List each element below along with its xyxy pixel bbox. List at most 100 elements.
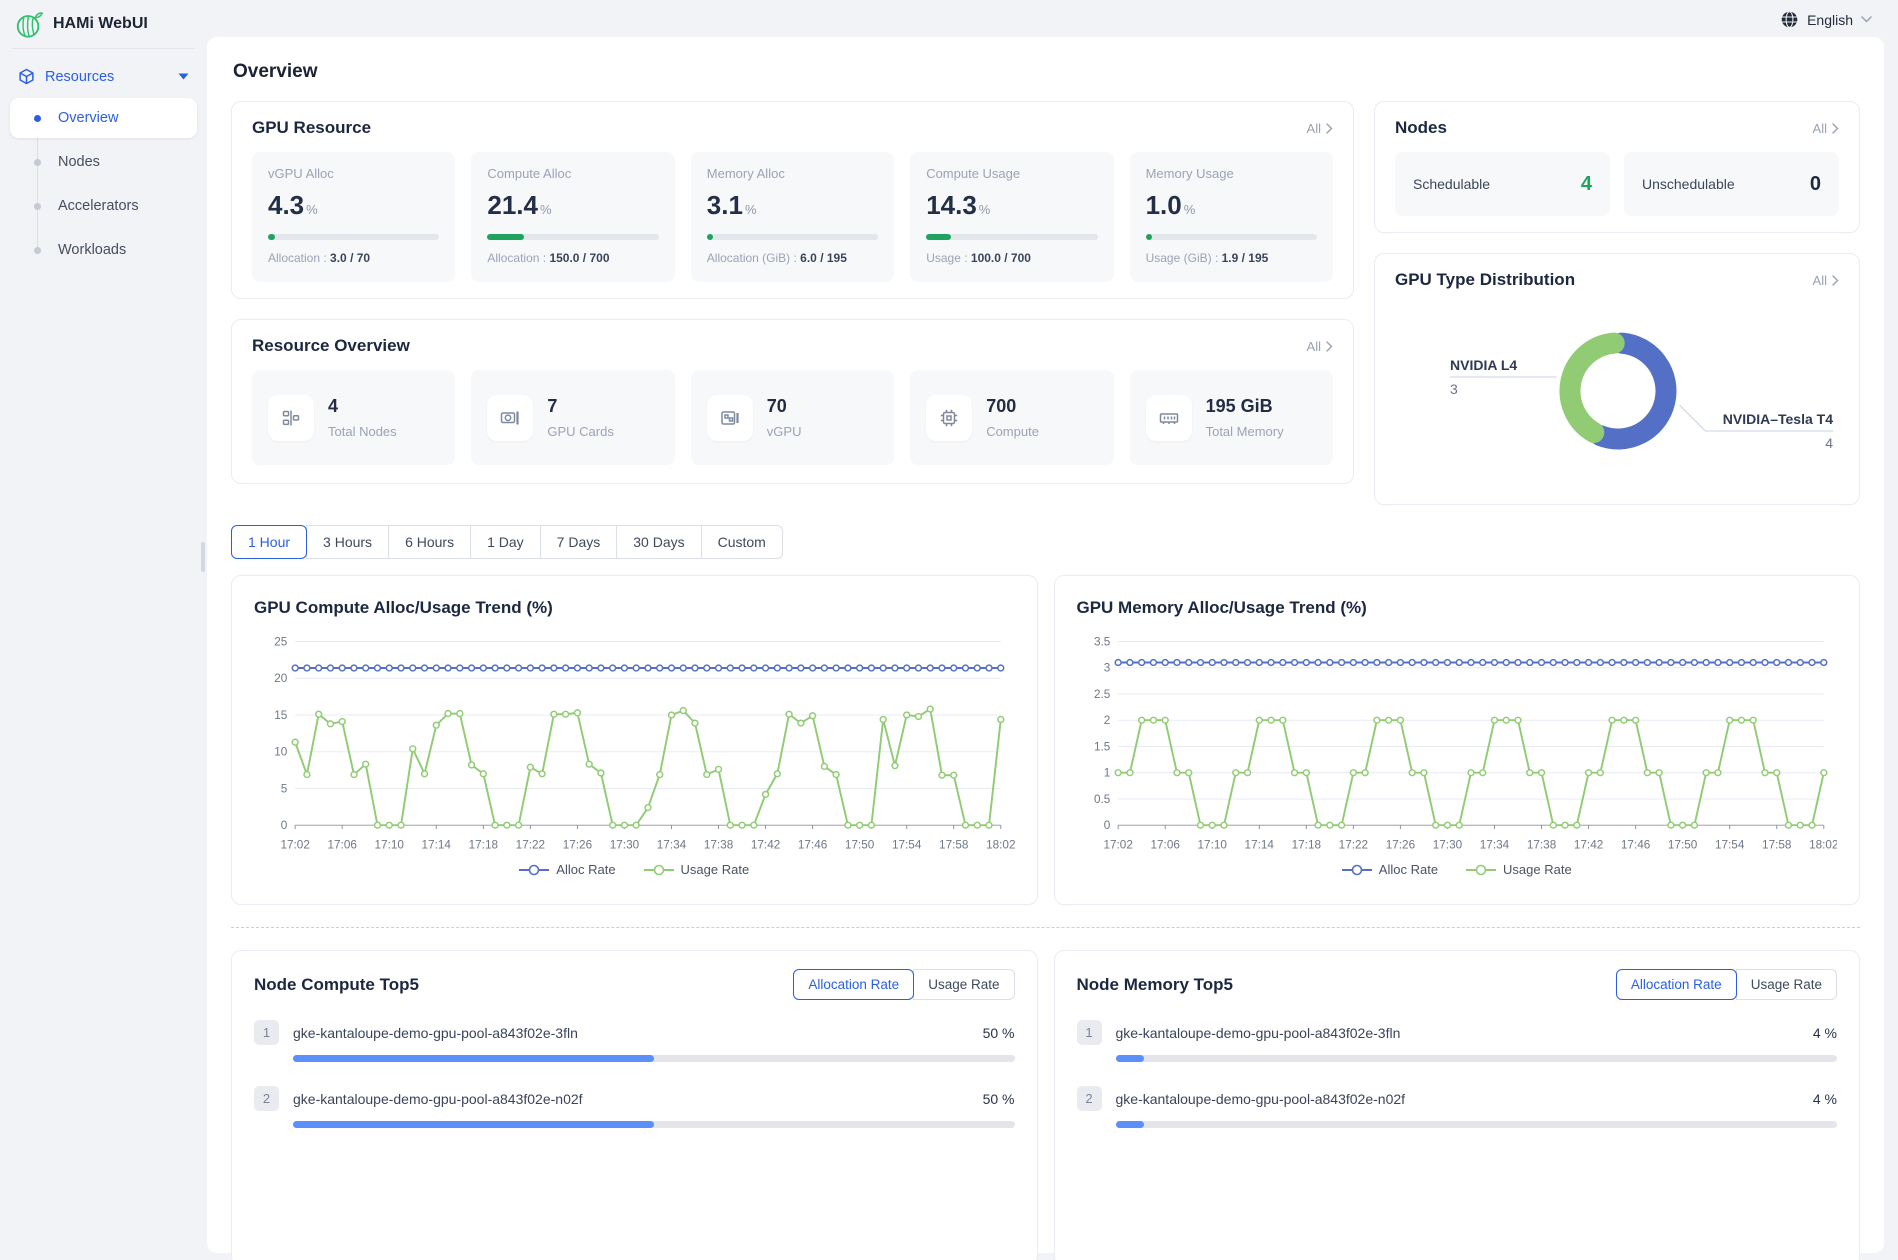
gpu-card-icon xyxy=(487,395,533,441)
svg-text:NVIDIA L4: NVIDIA L4 xyxy=(1450,357,1517,373)
sidebar-item-accelerators[interactable]: Accelerators xyxy=(10,186,197,226)
svg-text:17:58: 17:58 xyxy=(1762,838,1791,851)
legend-item[interactable]: Usage Rate xyxy=(1466,862,1572,877)
svg-text:17:58: 17:58 xyxy=(939,838,968,851)
legend-item[interactable]: Alloc Rate xyxy=(519,862,615,877)
compute-usage-rate-toggle[interactable]: Usage Rate xyxy=(913,969,1014,1000)
ro-label: GPU Cards xyxy=(547,424,613,439)
svg-text:17:18: 17:18 xyxy=(1291,838,1320,851)
time-filter-6-hours[interactable]: 6 Hours xyxy=(388,525,471,559)
metric-label: Compute Alloc xyxy=(487,166,658,181)
sidebar-collapse-handle[interactable] xyxy=(201,542,205,572)
memory-allocation-rate-toggle[interactable]: Allocation Rate xyxy=(1616,969,1737,1000)
compute-allocation-rate-toggle[interactable]: Allocation Rate xyxy=(793,969,914,1000)
svg-text:3: 3 xyxy=(1450,381,1458,397)
submenu-dot xyxy=(34,247,41,254)
legend-item[interactable]: Alloc Rate xyxy=(1342,862,1438,877)
compute-chip-icon xyxy=(926,395,972,441)
metric-label: Memory Alloc xyxy=(707,166,878,181)
metric-unit: % xyxy=(1184,202,1196,217)
memory-trend-title: GPU Memory Alloc/Usage Trend (%) xyxy=(1077,598,1838,618)
sidebar-item-nodes[interactable]: Nodes xyxy=(10,142,197,182)
globe-icon xyxy=(1780,10,1799,29)
metric-value: 21.4 xyxy=(487,190,538,220)
gpu-metric-grid: vGPU Alloc 4.3% Allocation : 3.0 / 70 Co… xyxy=(252,152,1333,282)
svg-text:1: 1 xyxy=(1103,767,1110,780)
svg-text:17:26: 17:26 xyxy=(1385,838,1414,851)
ro-label: Total Nodes xyxy=(328,424,397,439)
time-filter-3-hours[interactable]: 3 Hours xyxy=(306,525,389,559)
unschedulable-tile: Unschedulable 0 xyxy=(1624,152,1839,216)
time-filter-7-days[interactable]: 7 Days xyxy=(540,525,618,559)
resource-overview-all-link[interactable]: All xyxy=(1307,339,1333,354)
time-filter-1-hour[interactable]: 1 Hour xyxy=(231,525,307,559)
caret-down-icon xyxy=(178,73,189,80)
memory-top5-toggle: Allocation Rate Usage Rate xyxy=(1616,969,1837,1000)
legend-marker-icon xyxy=(644,864,674,876)
time-filter-custom[interactable]: Custom xyxy=(701,525,783,559)
main-panel: Overview GPU Resource All vGPU Alloc xyxy=(207,37,1884,1253)
all-label: All xyxy=(1813,273,1827,288)
sidebar-item-workloads[interactable]: Workloads xyxy=(10,230,197,270)
gpu-type-all-link[interactable]: All xyxy=(1813,273,1839,288)
node-name[interactable]: gke-kantaloupe-demo-gpu-pool-a843f02e-n0… xyxy=(293,1091,969,1107)
node-name[interactable]: gke-kantaloupe-demo-gpu-pool-a843f02e-3f… xyxy=(293,1025,969,1041)
sidebar-submenu: Overview Nodes Accelerators Workloads xyxy=(10,98,197,270)
schedulable-tile: Schedulable 4 xyxy=(1395,152,1610,216)
gpu-resource-all-link[interactable]: All xyxy=(1307,121,1333,136)
app-title: HAMi WebUI xyxy=(53,15,148,33)
svg-text:17:34: 17:34 xyxy=(1479,838,1509,851)
memory-usage-rate-toggle[interactable]: Usage Rate xyxy=(1736,969,1837,1000)
vgpu-icon xyxy=(707,395,753,441)
top5-progress-fill xyxy=(1116,1121,1145,1128)
metric-tile-compute-usage: Compute Usage 14.3% Usage : 100.0 / 700 xyxy=(910,152,1113,282)
ro-tile-compute: 700 Compute xyxy=(910,370,1113,465)
legend-label: Usage Rate xyxy=(681,862,750,877)
svg-text:5: 5 xyxy=(281,782,288,795)
sidebar: HAMi WebUI Resources Overview xyxy=(0,0,207,1260)
svg-text:17:06: 17:06 xyxy=(327,838,356,851)
gpu-type-distribution-card: GPU Type Distribution All NVIDIA–Tesla T… xyxy=(1374,253,1860,505)
metric-progress-track xyxy=(268,234,439,240)
svg-text:17:34: 17:34 xyxy=(657,838,687,851)
legend-item[interactable]: Usage Rate xyxy=(644,862,750,877)
metric-tile-vgpu-alloc: vGPU Alloc 4.3% Allocation : 3.0 / 70 xyxy=(252,152,455,282)
hami-webui-page: English HAMi WebUI xyxy=(0,0,1898,1260)
svg-text:17:22: 17:22 xyxy=(1338,838,1367,851)
svg-text:17:26: 17:26 xyxy=(563,838,592,851)
metric-progress-fill xyxy=(1146,234,1152,240)
rank-badge: 2 xyxy=(1077,1086,1102,1111)
svg-text:2: 2 xyxy=(1103,714,1110,727)
metric-progress-fill xyxy=(268,234,275,240)
unschedulable-value: 0 xyxy=(1810,173,1821,196)
chevron-right-icon xyxy=(1326,123,1333,134)
nodes-all-link[interactable]: All xyxy=(1813,121,1839,136)
language-switcher[interactable]: English xyxy=(1780,10,1872,29)
svg-text:17:46: 17:46 xyxy=(1620,838,1649,851)
legend-label: Usage Rate xyxy=(1503,862,1572,877)
ro-label: Compute xyxy=(986,424,1039,439)
sidebar-item-overview[interactable]: Overview xyxy=(10,98,197,138)
metric-unit: % xyxy=(979,202,991,217)
svg-text:4: 4 xyxy=(1825,435,1833,451)
node-name[interactable]: gke-kantaloupe-demo-gpu-pool-a843f02e-n0… xyxy=(1116,1091,1799,1107)
node-name[interactable]: gke-kantaloupe-demo-gpu-pool-a843f02e-3f… xyxy=(1116,1025,1799,1041)
chevron-down-icon xyxy=(1861,16,1872,23)
memory-trend-chart: 00.511.522.533.517:0217:0617:1017:1417:1… xyxy=(1077,628,1838,860)
legend-marker-icon xyxy=(1466,864,1496,876)
sidebar-group-resources[interactable]: Resources xyxy=(10,59,197,94)
top5-row: 2 gke-kantaloupe-demo-gpu-pool-a843f02e-… xyxy=(1077,1086,1838,1128)
time-filter-1-day[interactable]: 1 Day xyxy=(470,525,541,559)
svg-text:17:50: 17:50 xyxy=(1667,838,1697,851)
ro-tile-vgpu: 70 vGPU xyxy=(691,370,894,465)
metric-unit: % xyxy=(306,202,318,217)
metric-progress-track xyxy=(926,234,1097,240)
svg-text:15: 15 xyxy=(274,709,287,722)
submenu-dot xyxy=(34,203,41,210)
ro-value: 70 xyxy=(767,396,802,417)
time-filter-30-days[interactable]: 30 Days xyxy=(616,525,701,559)
metric-tile-compute-alloc: Compute Alloc 21.4% Allocation : 150.0 /… xyxy=(471,152,674,282)
memory-icon xyxy=(1146,395,1192,441)
sidebar-item-label: Accelerators xyxy=(58,198,139,214)
top5-progress-fill xyxy=(1116,1055,1145,1062)
